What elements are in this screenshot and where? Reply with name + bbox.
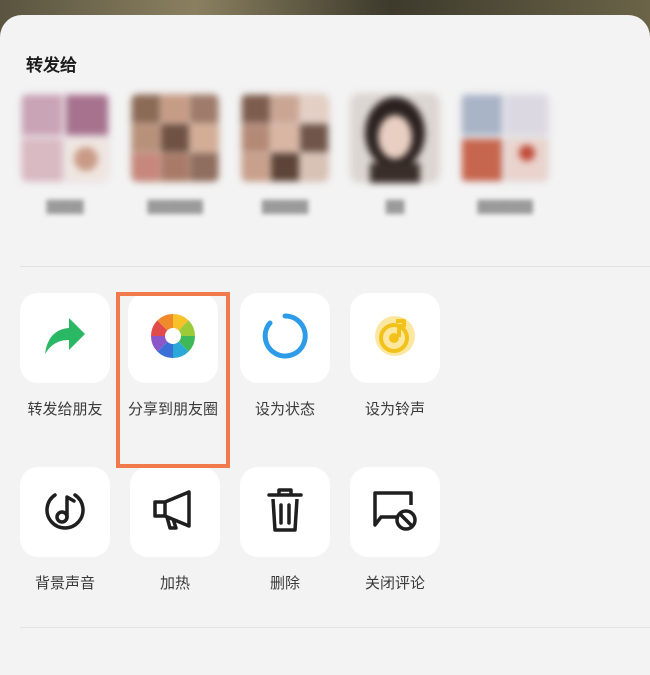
- share-to-moments-button[interactable]: 分享到朋友圈: [118, 293, 228, 421]
- ringtone-icon: [372, 313, 418, 363]
- action-label: 背景声音: [34, 574, 95, 592]
- contact-item[interactable]: ██: [340, 93, 450, 217]
- recent-contacts-list: ████ ██████ █████ ██ ██████: [0, 93, 650, 263]
- set-as-ringtone-button[interactable]: 设为铃声: [340, 293, 450, 421]
- contact-name: █████: [261, 200, 309, 214]
- comment-off-icon: [371, 487, 419, 537]
- section-divider: [20, 627, 650, 628]
- contact-item[interactable]: █████: [230, 93, 340, 217]
- contact-item[interactable]: ████: [10, 93, 120, 217]
- action-label: 加热: [159, 574, 190, 592]
- music-note-icon: [42, 487, 88, 537]
- contact-avatar: [350, 93, 440, 183]
- contact-avatar: [130, 93, 220, 183]
- contact-name: ██████: [477, 200, 533, 214]
- contact-name: ██████: [147, 200, 203, 214]
- trash-icon: [265, 487, 305, 537]
- contact-item[interactable]: ██████: [450, 93, 560, 217]
- moments-aperture-icon: [149, 312, 197, 364]
- action-label: 设为状态: [254, 400, 315, 418]
- contact-item[interactable]: ██████: [120, 93, 230, 217]
- close-comments-button[interactable]: 关闭评论: [340, 467, 450, 595]
- contact-name: ██: [385, 200, 405, 214]
- action-label: 转发给朋友: [27, 400, 103, 418]
- megaphone-icon: [151, 488, 199, 536]
- action-label: 设为铃声: [364, 400, 425, 418]
- background-sound-button[interactable]: 背景声音: [10, 467, 120, 595]
- action-label: 删除: [269, 574, 300, 592]
- contact-name: ████: [46, 200, 84, 214]
- action-label: 分享到朋友圈: [127, 400, 218, 418]
- set-as-status-button[interactable]: 设为状态: [230, 293, 340, 421]
- status-ring-icon: [261, 312, 309, 364]
- contact-avatar: [20, 93, 110, 183]
- action-label: 关闭评论: [364, 574, 425, 592]
- boost-button[interactable]: 加热: [120, 467, 230, 595]
- share-arrow-icon: [43, 316, 87, 360]
- contact-avatar: [460, 93, 550, 183]
- contact-avatar: [240, 93, 330, 183]
- forward-to-friend-button[interactable]: 转发给朋友: [10, 293, 120, 421]
- section-divider: [20, 266, 650, 267]
- forward-to-title: 转发给: [26, 56, 77, 76]
- share-sheet: 转发给 ████ ██████ █████ ██ ██████ 转发给朋友 分享…: [0, 15, 650, 675]
- delete-button[interactable]: 删除: [230, 467, 340, 595]
